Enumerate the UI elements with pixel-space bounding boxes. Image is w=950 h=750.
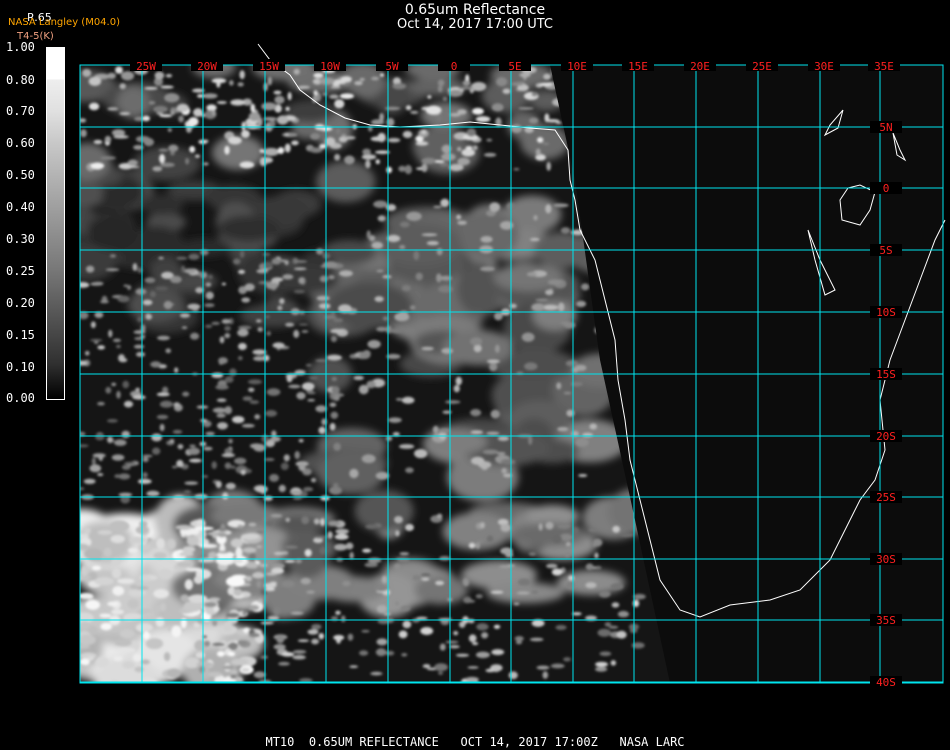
- longitude-label: 0: [451, 60, 458, 73]
- longitude-label: 25W: [136, 60, 156, 73]
- latitude-label: 10S: [876, 306, 896, 319]
- latitude-label: 15S: [876, 368, 896, 381]
- longitude-label: 10W: [320, 60, 340, 73]
- longitude-label: 10E: [567, 60, 587, 73]
- latitude-label: 0: [883, 182, 890, 195]
- longitude-label: 30E: [814, 60, 834, 73]
- longitude-label: 15E: [628, 60, 648, 73]
- satellite-map: 25W 20W 15W 10W 5W 0 5E 10E 15E 20E 25E 30E 35E 5N 0 5S…: [79, 43, 946, 689]
- latitude-label: 5S: [879, 244, 892, 257]
- latitude-label: 40S: [876, 676, 896, 689]
- longitude-label: 35E: [874, 60, 894, 73]
- longitude-label: 25E: [752, 60, 772, 73]
- latitude-label: 25S: [876, 491, 896, 504]
- longitude-label: 15W: [259, 60, 279, 73]
- longitude-label: 20W: [197, 60, 217, 73]
- longitude-label: 5E: [508, 60, 521, 73]
- longitude-label: 20E: [690, 60, 710, 73]
- footer-caption: MT10 0.65UM REFLECTANCE OCT 14, 2017 17:…: [265, 735, 685, 749]
- latitude-label: 30S: [876, 553, 896, 566]
- latitude-label: 35S: [876, 614, 896, 627]
- longitude-label: 5W: [385, 60, 399, 73]
- latitude-label: 5N: [879, 121, 892, 134]
- latitude-label: 20S: [876, 430, 896, 443]
